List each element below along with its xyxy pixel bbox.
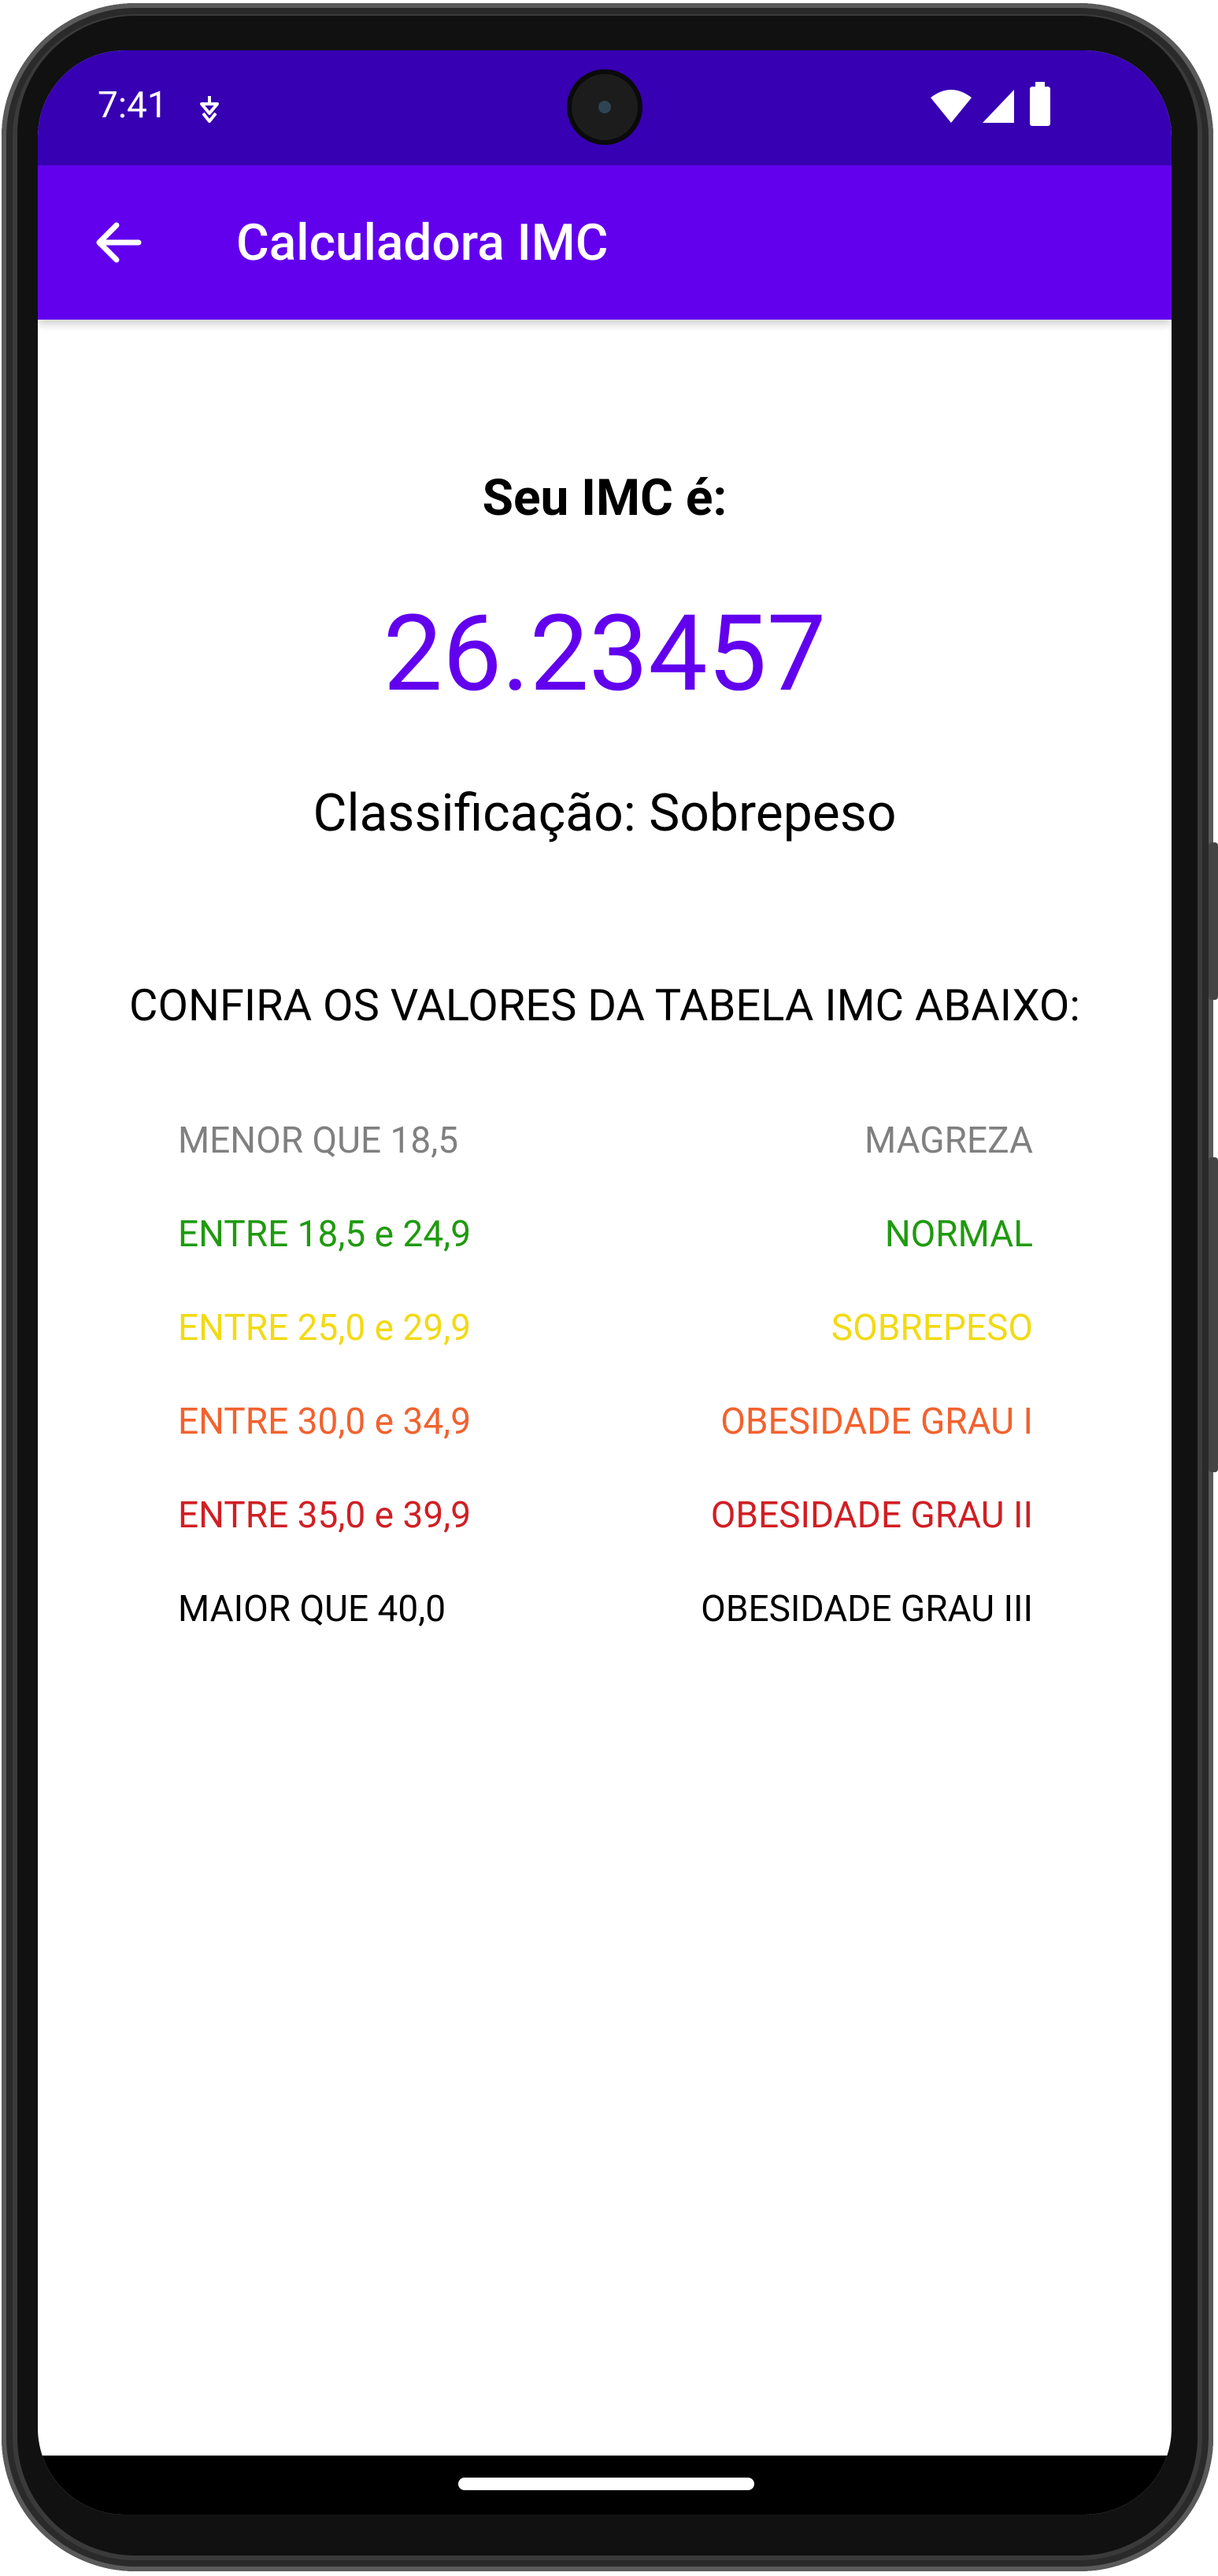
notification-icon — [195, 93, 224, 128]
table-row: ENTRE 35,0 e 39,9 OBESIDADE GRAU II — [38, 1490, 1172, 1542]
table-row: ENTRE 30,0 e 34,9 OBESIDADE GRAU I — [38, 1396, 1172, 1448]
navigation-bar — [38, 2456, 1172, 2515]
range-text: ENTRE 25,0 e 29,9 — [178, 1307, 472, 1349]
app-title: Calculadora IMC — [236, 213, 609, 272]
table-row: ENTRE 25,0 e 29,9 SOBREPESO — [38, 1302, 1172, 1354]
home-gesture-handle[interactable] — [458, 2478, 754, 2490]
range-text: ENTRE 18,5 e 24,9 — [178, 1213, 472, 1256]
category-text: SOBREPESO — [831, 1307, 1033, 1349]
category-text: OBESIDADE GRAU II — [710, 1494, 1033, 1537]
table-row: ENTRE 18,5 e 24,9 NORMAL — [38, 1208, 1172, 1260]
arrow-left-icon[interactable] — [90, 214, 146, 271]
table-heading: CONFIRA OS VALORES DA TABELA IMC ABAIXO: — [129, 979, 1080, 1031]
app-bar: Calculadora IMC — [38, 165, 1172, 320]
volume-button — [1209, 1157, 1218, 1472]
phone-device: 7:41 Calculadora IMC Seu IMC é: 26.23457… — [0, 0, 1218, 2576]
category-text: OBESIDADE GRAU III — [701, 1588, 1033, 1630]
category-text: OBESIDADE GRAU I — [720, 1401, 1033, 1443]
imc-value: 26.23457 — [383, 592, 827, 716]
signal-icon — [979, 87, 1017, 129]
category-text: MAGREZA — [864, 1120, 1033, 1162]
table-row: MENOR QUE 18,5 MAGREZA — [38, 1115, 1172, 1167]
range-text: MENOR QUE 18,5 — [178, 1120, 459, 1162]
imc-label: Seu IMC é: — [482, 468, 727, 527]
screen: 7:41 Calculadora IMC Seu IMC é: 26.23457… — [38, 50, 1172, 2515]
wifi-icon — [929, 87, 973, 129]
range-text: ENTRE 35,0 e 39,9 — [178, 1494, 472, 1537]
battery-icon — [1028, 82, 1052, 131]
status-time: 7:41 — [98, 84, 168, 127]
status-bar: 7:41 — [38, 50, 1172, 165]
front-camera — [572, 74, 638, 140]
range-text: ENTRE 30,0 e 34,9 — [178, 1401, 472, 1443]
classification-text: Classificação: Sobrepeso — [313, 783, 897, 844]
range-text: MAIOR QUE 40,0 — [178, 1588, 446, 1630]
table-row: MAIOR QUE 40,0 OBESIDADE GRAU III — [38, 1583, 1172, 1635]
category-text: NORMAL — [884, 1213, 1033, 1256]
power-button — [1209, 842, 1218, 1000]
